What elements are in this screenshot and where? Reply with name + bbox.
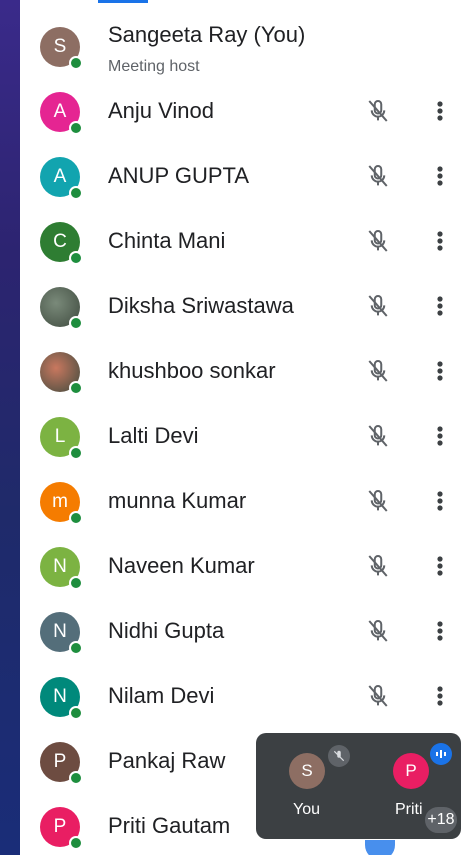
more-options-icon[interactable] (430, 356, 450, 386)
top-bar (20, 0, 465, 8)
avatar-initial: A (53, 101, 67, 122)
mic-off-icon[interactable] (363, 226, 393, 256)
mic-off-icon[interactable] (363, 291, 393, 321)
avatar: A (40, 92, 83, 135)
speaking-indicator-icon (430, 743, 452, 765)
more-participants-badge[interactable]: +18 (423, 805, 459, 835)
mic-off-icon[interactable] (363, 161, 393, 191)
more-options-icon[interactable] (430, 421, 450, 451)
mic-off-icon[interactable] (363, 421, 393, 451)
online-status-icon (69, 836, 83, 850)
participant-row[interactable]: Diksha Sriwastawa (20, 274, 465, 339)
mic-off-icon[interactable] (363, 356, 393, 386)
avatar-initial: N (53, 621, 67, 642)
online-status-icon (69, 56, 83, 70)
more-options-icon[interactable] (430, 96, 450, 126)
participants-panel: S Sangeeta Ray (You) Meeting host A Anju … (20, 8, 465, 855)
more-options-icon[interactable] (430, 161, 450, 191)
tab-indicator (98, 0, 148, 3)
participant-name: Pankaj Raw (108, 748, 226, 773)
online-status-icon (69, 641, 83, 655)
more-options-icon[interactable] (430, 551, 450, 581)
pip-you-initial: S (301, 761, 313, 780)
participant-row[interactable]: A Anju Vinod (20, 79, 465, 144)
participant-name: Priti Gautam (108, 813, 231, 838)
avatar: C (40, 222, 83, 265)
avatar-initial: C (53, 231, 67, 252)
more-options-icon[interactable] (430, 616, 450, 646)
avatar-initial: P (53, 751, 67, 772)
participant-row[interactable]: C Chinta Mani (20, 209, 465, 274)
avatar: P (40, 742, 83, 785)
participant-row[interactable]: A ANUP GUPTA (20, 144, 465, 209)
participant-name: Nilam Devi (108, 683, 215, 708)
mic-off-icon[interactable] (363, 681, 393, 711)
online-status-icon (69, 511, 83, 525)
pip-you-avatar: S (289, 753, 325, 789)
participant-name: Lalti Devi (108, 423, 199, 448)
avatar-initial: m (52, 491, 68, 512)
online-status-icon (69, 251, 83, 265)
pip-you-label: You (293, 801, 320, 818)
avatar: N (40, 677, 83, 720)
avatar: P (40, 807, 83, 850)
pip-priti-avatar: P (393, 753, 429, 789)
participant-name: ANUP GUPTA (108, 163, 249, 188)
online-status-icon (69, 316, 83, 330)
avatar-initial: S (53, 36, 67, 57)
participant-name: Anju Vinod (108, 98, 215, 123)
more-options-icon[interactable] (430, 681, 450, 711)
avatar (40, 352, 83, 395)
pip-priti-initial: P (405, 761, 417, 780)
avatar: N (40, 612, 83, 655)
mic-off-icon[interactable] (363, 551, 393, 581)
avatar: S (40, 27, 83, 70)
participant-name: munna Kumar (108, 488, 247, 513)
participant-name: Diksha Sriwastawa (108, 293, 294, 318)
avatar: N (40, 547, 83, 590)
online-status-icon (69, 706, 83, 720)
online-status-icon (69, 381, 83, 395)
participant-name: Nidhi Gupta (108, 618, 225, 643)
avatar-initial: N (53, 686, 67, 707)
participant-name: Chinta Mani (108, 228, 226, 253)
participant-row[interactable]: khushboo sonkar (20, 339, 465, 404)
online-status-icon (69, 121, 83, 135)
online-status-icon (69, 446, 83, 460)
online-status-icon (69, 186, 83, 200)
more-options-icon[interactable] (430, 291, 450, 321)
mic-off-icon[interactable] (363, 616, 393, 646)
avatar (40, 287, 83, 330)
participant-name: Naveen Kumar (108, 553, 255, 578)
avatar: m (40, 482, 83, 525)
avatar: L (40, 417, 83, 460)
mic-off-icon (328, 745, 350, 767)
mic-off-icon[interactable] (363, 486, 393, 516)
participant-name: khushboo sonkar (108, 358, 276, 383)
pip-priti-label: Priti (395, 801, 423, 818)
raise-hand-icon (365, 840, 395, 855)
participant-row-host[interactable]: S Sangeeta Ray (You) Meeting host (20, 14, 465, 79)
online-status-icon (69, 771, 83, 785)
more-options-icon[interactable] (430, 486, 450, 516)
avatar-initial: N (53, 556, 67, 577)
participant-row[interactable]: L Lalti Devi (20, 404, 465, 469)
avatar-initial: P (53, 816, 67, 837)
participant-row[interactable]: N Nidhi Gupta (20, 599, 465, 664)
mic-off-icon[interactable] (363, 96, 393, 126)
participant-row[interactable]: N Naveen Kumar (20, 534, 465, 599)
host-role-label: Meeting host (108, 58, 200, 75)
online-status-icon (69, 576, 83, 590)
avatar-initial: L (54, 426, 66, 447)
avatar: A (40, 157, 83, 200)
participant-name: Sangeeta Ray (You) (108, 22, 306, 47)
participant-row[interactable]: N Nilam Devi (20, 664, 465, 729)
avatar-initial: A (53, 166, 67, 187)
more-options-icon[interactable] (430, 226, 450, 256)
participant-row[interactable]: m munna Kumar (20, 469, 465, 534)
